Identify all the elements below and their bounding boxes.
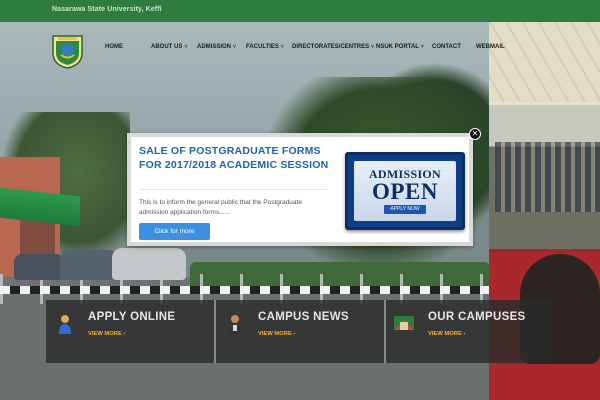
canopy: [489, 22, 600, 102]
curb: [0, 286, 490, 294]
nav-contact[interactable]: CONTACT: [432, 44, 461, 50]
nav-about-us[interactable]: ABOUT US ˅: [151, 44, 187, 50]
feature-panels: APPLY ONLINE VIEW MORE › CAMPUS NEWS VIE…: [46, 300, 552, 363]
reporter-icon: [229, 315, 241, 334]
car: [112, 248, 186, 280]
close-icon: ✕: [471, 129, 479, 138]
nav-nsuk-portal[interactable]: NSUK PORTAL ˅: [376, 44, 424, 50]
click-for-more-button[interactable]: Click for more: [139, 223, 210, 240]
chevron-down-icon: ˅: [280, 44, 284, 50]
car: [60, 250, 118, 280]
nav-nsuk-portal-label: NSUK PORTAL: [376, 44, 419, 50]
campus-icon: [394, 316, 414, 330]
nav-admission[interactable]: ADMISSION ˅: [197, 44, 236, 50]
modal-body-text: This is to inform the general public tha…: [139, 199, 302, 216]
modal-title: SALE OF POSTGRADUATE FORMS FOR 2017/2018…: [139, 145, 329, 171]
nav-webmail-label: WEBMAIL: [476, 44, 505, 50]
panel-title: APPLY ONLINE: [88, 311, 176, 323]
admission-open-image[interactable]: ADMISSION OPEN APPLY NOW: [345, 152, 465, 230]
apply-now-badge: APPLY NOW: [384, 205, 426, 214]
nav-directorates-label: DIRECTORATES/CENTRES: [292, 44, 370, 50]
panel-apply-online[interactable]: APPLY ONLINE VIEW MORE ›: [46, 300, 214, 363]
nav-admission-label: ADMISSION: [197, 44, 232, 50]
university-name: Nasarawa State University, Keffi: [52, 6, 162, 13]
chevron-down-icon: ˅: [420, 44, 424, 50]
nav-faculties-label: FACULTIES: [246, 44, 279, 50]
chevron-down-icon: ˅: [184, 44, 188, 50]
nav-home-label: HOME: [105, 44, 123, 50]
nav-contact-label: CONTACT: [432, 44, 461, 50]
nav-faculties[interactable]: FACULTIES ˅: [246, 44, 284, 50]
car: [14, 254, 64, 280]
admission-open-image-inner: ADMISSION OPEN APPLY NOW: [354, 161, 456, 221]
crowd: [495, 142, 600, 212]
announcement-modal: ✕ SALE OF POSTGRADUATE FORMS FOR 2017/20…: [127, 128, 481, 246]
main-nav: HOME ABOUT US ˅ ADMISSION ˅ FACULTIES ˅ DIR…: [0, 44, 600, 58]
view-more-link[interactable]: VIEW MORE ›: [88, 331, 125, 337]
open-text: OPEN: [372, 179, 438, 204]
nav-home[interactable]: HOME: [105, 44, 123, 50]
panel-title: OUR CAMPUSES: [428, 311, 526, 323]
chevron-down-icon: ˅: [233, 44, 236, 50]
nav-webmail[interactable]: WEBMAIL: [476, 44, 505, 50]
panel-title: CAMPUS NEWS: [258, 311, 349, 323]
view-more-link[interactable]: VIEW MORE ›: [428, 331, 465, 337]
nav-directorates-centres[interactable]: DIRECTORATES/CENTRES ˅: [292, 44, 374, 50]
top-bar: Nasarawa State University, Keffi: [0, 0, 600, 22]
close-button[interactable]: ✕: [469, 128, 481, 140]
chevron-down-icon: ˅: [371, 44, 375, 50]
divider: [139, 189, 327, 190]
nav-about-us-label: ABOUT US: [151, 44, 183, 50]
view-more-link[interactable]: VIEW MORE ›: [258, 331, 295, 337]
panel-campus-news[interactable]: CAMPUS NEWS VIEW MORE ›: [216, 300, 384, 363]
person-icon: [59, 315, 71, 334]
panel-our-campuses[interactable]: OUR CAMPUSES VIEW MORE ›: [386, 300, 552, 363]
